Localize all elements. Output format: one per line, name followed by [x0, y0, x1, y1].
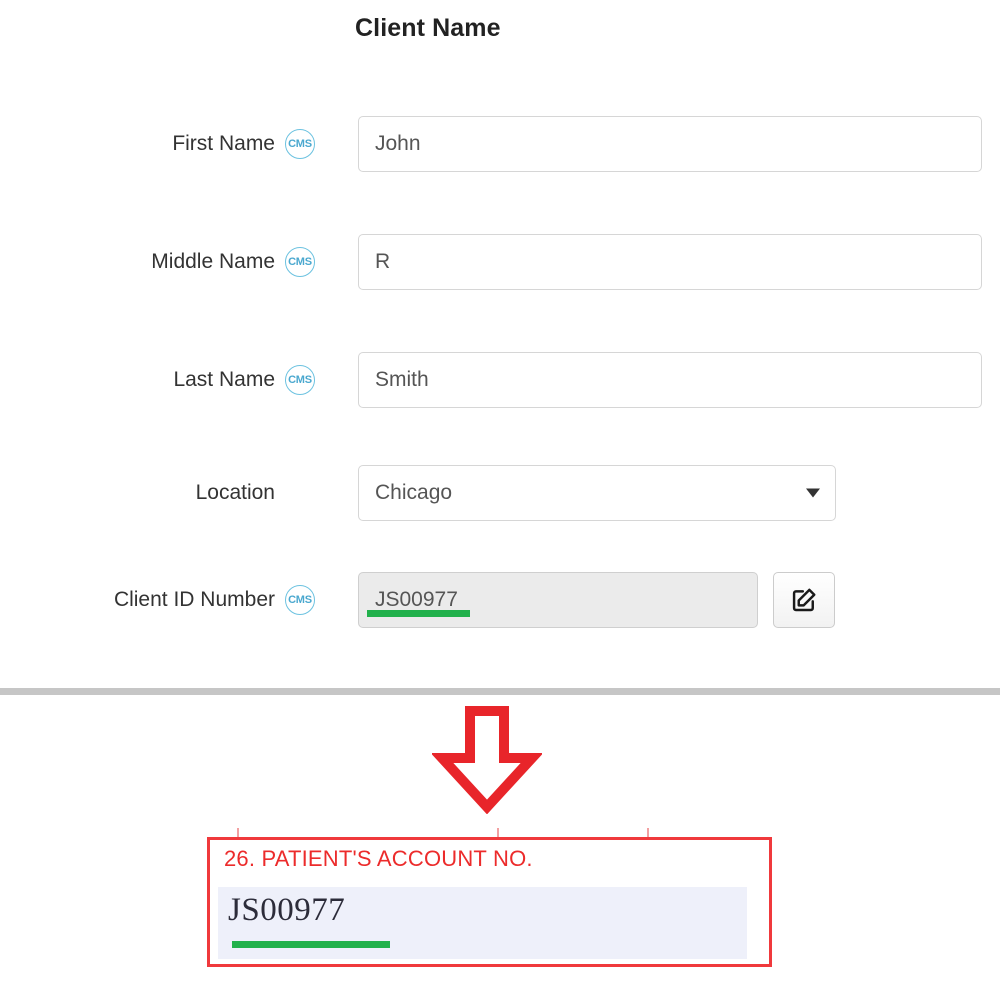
page-title: Client Name	[355, 14, 501, 42]
client-name-form-panel: Client Name First Name CMS Middle Name C…	[0, 0, 1000, 692]
field-cell-client-id: JS00977	[358, 572, 1000, 628]
cms-badge-cell-first-name: CMS	[277, 129, 358, 159]
label-client-id-number: Client ID Number	[113, 588, 275, 611]
label-first-name: First Name	[172, 132, 275, 155]
form-row-client-id: Client ID Number CMS JS00977	[0, 570, 1000, 630]
form-row-last-name: Last Name CMS	[0, 350, 1000, 410]
field-cell-last-name	[358, 352, 1000, 408]
cms-badge-icon: CMS	[285, 365, 315, 395]
last-name-input[interactable]	[358, 352, 982, 408]
chevron-down-icon	[806, 488, 820, 498]
cms-badge-icon: CMS	[285, 247, 315, 277]
field-cell-location: Chicago	[358, 465, 1000, 521]
field-cell-middle-name	[358, 234, 1000, 290]
cms-badge-cell-last-name: CMS	[277, 365, 358, 395]
edit-client-id-button[interactable]	[773, 572, 835, 628]
label-middle-name: Middle Name	[151, 250, 275, 273]
middle-name-input[interactable]	[358, 234, 982, 290]
cms-badge-icon: CMS	[285, 585, 315, 615]
callout-field-value-box: JS00977	[218, 887, 747, 959]
client-id-highlight-underline	[367, 610, 470, 617]
patient-account-no-callout: 26. PATIENT'S ACCOUNT NO. JS00977	[207, 837, 772, 967]
first-name-input[interactable]	[358, 116, 982, 172]
cms-badge-cell-client-id: CMS	[277, 585, 358, 615]
callout-field-value: JS00977	[228, 892, 346, 928]
client-id-number-value: JS00977	[375, 588, 458, 611]
location-select-wrapper[interactable]: Chicago	[358, 465, 836, 521]
callout-field-label: 26. PATIENT'S ACCOUNT NO.	[224, 846, 533, 871]
pencil-square-icon	[790, 586, 818, 614]
cms-badge-cell-middle-name: CMS	[277, 247, 358, 277]
arrow-down-icon	[430, 706, 544, 815]
callout-highlight-underline	[232, 941, 390, 948]
location-select[interactable]: Chicago	[358, 465, 836, 521]
label-last-name: Last Name	[173, 368, 275, 391]
form-row-first-name: First Name CMS	[0, 114, 1000, 174]
form-row-middle-name: Middle Name CMS	[0, 232, 1000, 292]
section-divider	[0, 688, 1000, 695]
label-location: Location	[195, 481, 275, 504]
form-row-location: Location Chicago	[0, 463, 1000, 523]
cms-badge-cell-location	[277, 478, 358, 508]
cms-badge-icon: CMS	[285, 129, 315, 159]
client-id-number-input[interactable]: JS00977	[358, 572, 758, 628]
field-cell-first-name	[358, 116, 1000, 172]
